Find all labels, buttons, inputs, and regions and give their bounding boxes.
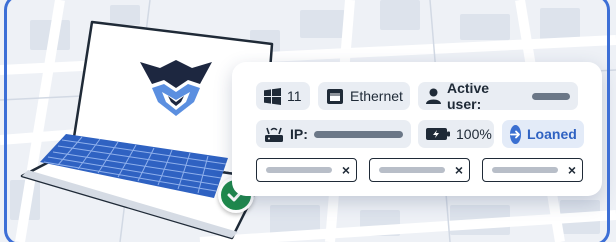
network-label: Ethernet — [350, 88, 403, 104]
field-placeholder-bar — [379, 167, 445, 173]
clear-icon[interactable]: × — [455, 163, 463, 177]
filter-field-1[interactable]: × — [256, 158, 357, 182]
scene: 11 Ethernet Active user: IP: 100% Loaned… — [0, 0, 616, 242]
arrow-right-circle-icon — [510, 124, 521, 144]
filter-field-3[interactable]: × — [482, 158, 583, 182]
active-user-label: Active user: — [447, 80, 490, 112]
battery-value: 100% — [456, 126, 492, 142]
eagle-shield-logo — [140, 60, 212, 116]
battery-icon — [426, 128, 450, 140]
ip-value-redacted — [313, 130, 403, 138]
loan-status-label: Loaned — [527, 126, 577, 142]
battery-chip: 100% — [418, 120, 494, 148]
clear-icon[interactable]: × — [342, 163, 350, 177]
router-icon — [264, 125, 284, 143]
clear-icon[interactable]: × — [568, 163, 576, 177]
os-version-chip: 11 — [256, 82, 310, 110]
ip-label: IP: — [290, 126, 308, 142]
windows-icon — [264, 87, 281, 105]
active-user-chip: Active user: — [418, 80, 578, 112]
active-user-value-redacted — [532, 92, 570, 100]
loan-status-chip: Loaned — [502, 120, 584, 148]
field-placeholder-bar — [266, 167, 332, 173]
field-placeholder-bar — [492, 167, 558, 173]
ethernet-icon — [326, 88, 344, 105]
user-icon — [426, 88, 441, 104]
ip-chip: IP: — [256, 120, 411, 148]
os-version: 11 — [287, 88, 302, 104]
device-info-card: 11 Ethernet Active user: IP: 100% Loaned… — [232, 62, 602, 196]
network-chip: Ethernet — [318, 82, 410, 110]
filter-field-2[interactable]: × — [369, 158, 470, 182]
